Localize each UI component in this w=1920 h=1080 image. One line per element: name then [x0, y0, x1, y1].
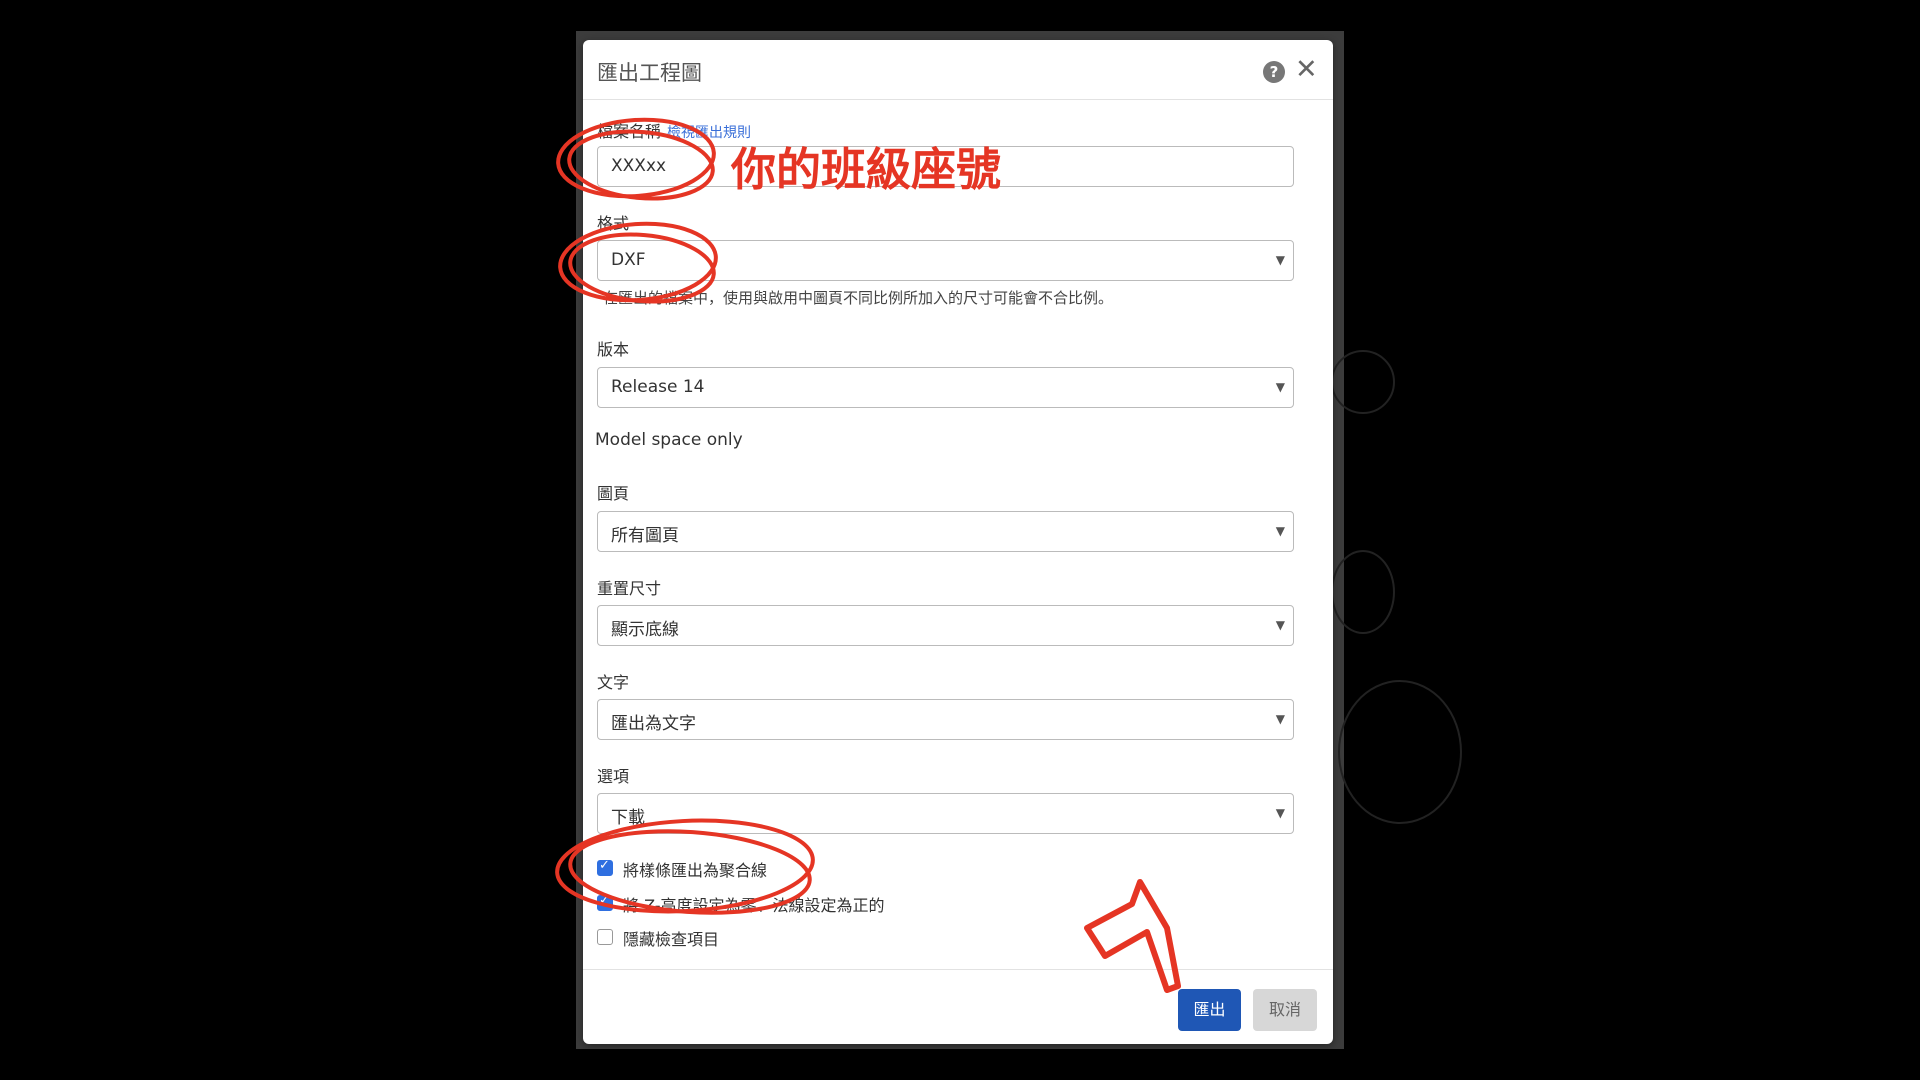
- annotation-circle: [556, 117, 716, 199]
- arrow-icon: [1084, 879, 1181, 993]
- annotation-overlay: [555, 117, 1181, 993]
